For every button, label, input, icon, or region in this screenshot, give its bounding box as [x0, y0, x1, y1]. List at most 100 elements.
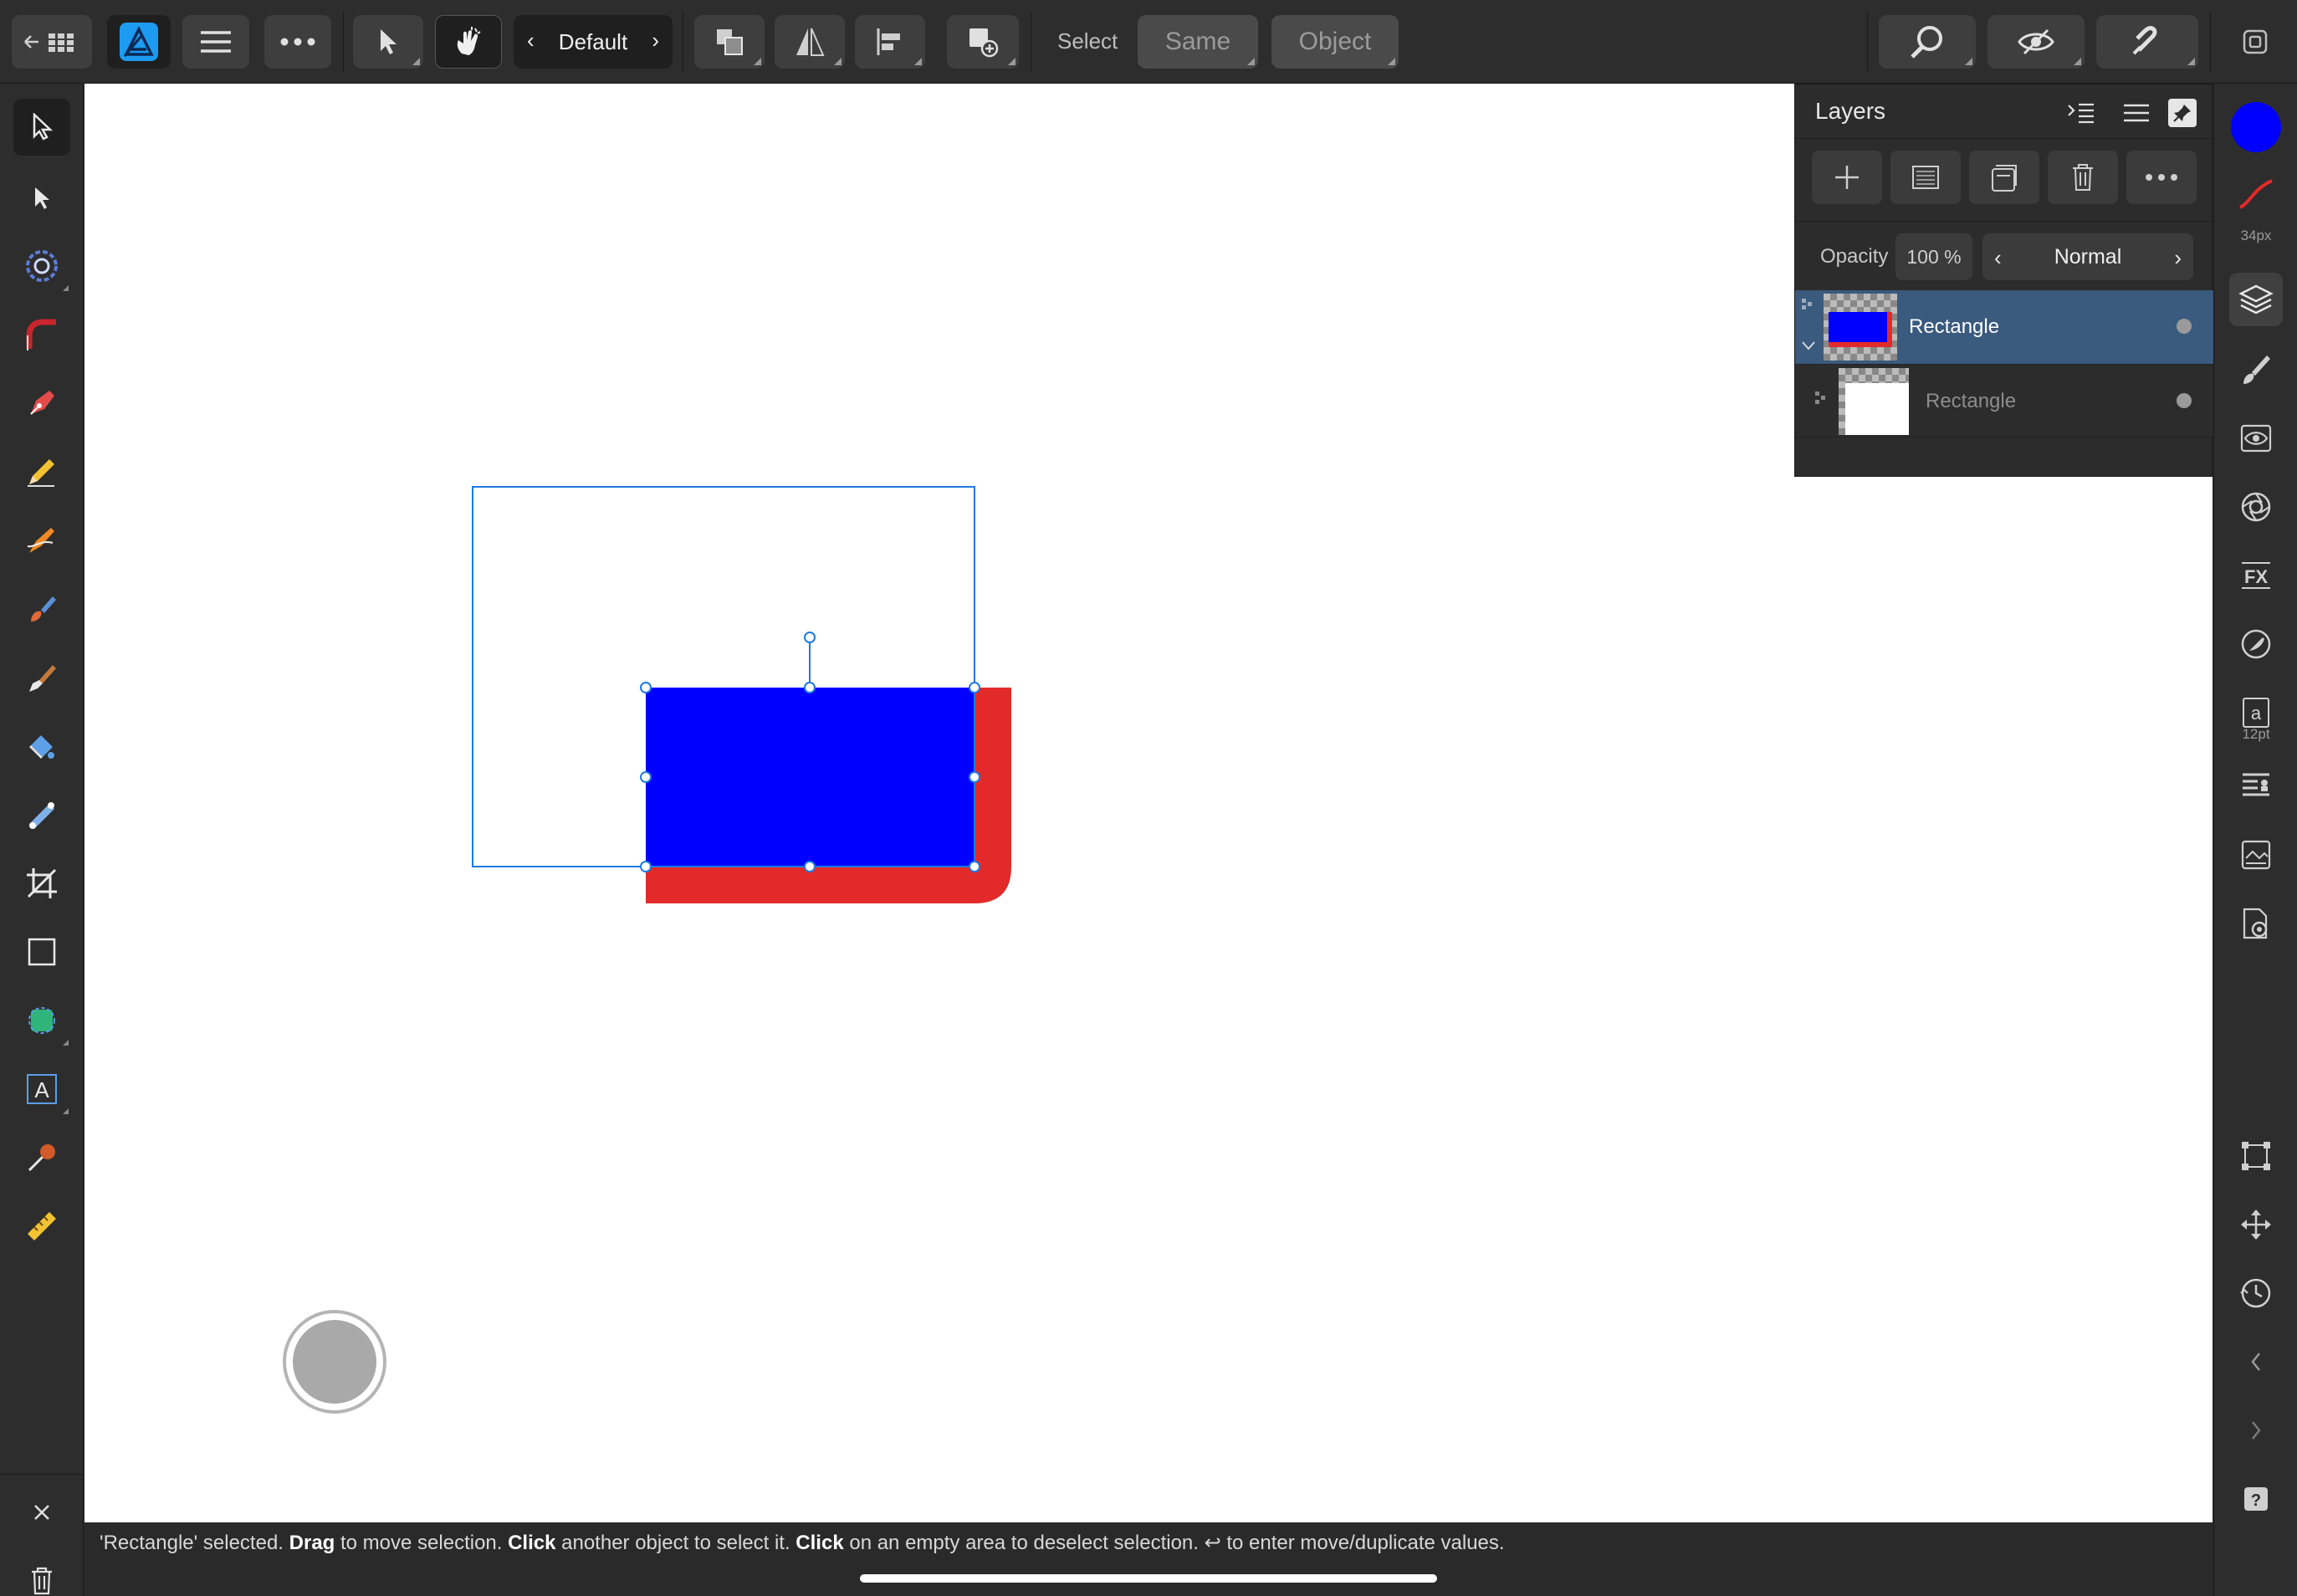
select-same-button[interactable]: Same — [1138, 15, 1258, 69]
vector-brush-tool[interactable] — [13, 512, 70, 569]
layer-thumbnail-art — [1829, 312, 1892, 347]
corner-tool[interactable] — [13, 238, 70, 294]
divider — [2210, 12, 2211, 72]
chevron-right-icon[interactable]: › — [652, 28, 659, 54]
paint-brush-tool[interactable] — [13, 581, 70, 637]
paint-bucket-icon — [29, 735, 54, 759]
move-arrow-icon — [33, 113, 54, 141]
artboard-tool[interactable] — [13, 992, 70, 1049]
layer-visibility-toggle[interactable] — [2177, 393, 2192, 408]
expand-chevron-icon[interactable] — [1798, 297, 1819, 361]
zoom-button[interactable] — [1879, 15, 1976, 69]
magnet-icon — [2132, 26, 2157, 55]
crop-tool[interactable] — [13, 855, 70, 912]
layer-thumbnail — [1824, 294, 1897, 361]
layer-row[interactable]: Rectangle — [1795, 364, 2213, 437]
layers-menu-button[interactable] — [2121, 98, 2151, 128]
resize-handle-bl — [640, 861, 652, 872]
measure-tool[interactable] — [13, 1198, 70, 1255]
help-button[interactable]: ? — [2229, 1472, 2283, 1526]
layer-row-selected[interactable]: Rectangle — [1795, 290, 2213, 364]
fill-tool[interactable] — [13, 718, 70, 775]
pencil-tool[interactable] — [13, 443, 70, 500]
view-mode-button[interactable] — [1987, 15, 2085, 69]
appearance-studio-button[interactable] — [2229, 412, 2283, 465]
delete-button[interactable] — [13, 1553, 70, 1596]
add-layer-button[interactable] — [1812, 151, 1882, 204]
pen-tool[interactable] — [13, 375, 70, 432]
pointer-icon — [381, 29, 396, 54]
more-button[interactable] — [264, 15, 331, 69]
divider — [1867, 12, 1868, 72]
add-mask-button[interactable] — [1890, 151, 1961, 204]
select-object-button[interactable]: Object — [1271, 15, 1399, 69]
flip-icon — [796, 28, 825, 56]
layers-studio-button[interactable] — [2229, 273, 2283, 326]
text-tool[interactable]: A — [13, 1061, 70, 1118]
hamburger-icon — [201, 31, 231, 53]
collapse-left-button[interactable] — [2229, 1335, 2283, 1389]
fx-icon: FX — [2242, 562, 2270, 589]
layer-visibility-toggle[interactable] — [2177, 319, 2192, 334]
move-mode-button[interactable] — [353, 15, 423, 69]
chevron-right-icon[interactable]: › — [2174, 245, 2182, 271]
snapping-button[interactable] — [2096, 15, 2198, 69]
color-swatch-button[interactable] — [2229, 100, 2283, 154]
home-indicator[interactable] — [860, 1574, 1437, 1583]
styles-studio-button[interactable] — [2229, 617, 2283, 671]
ellipsis-icon — [2146, 174, 2177, 181]
corner-radius-tool[interactable] — [13, 306, 70, 363]
insert-button[interactable] — [947, 15, 1019, 69]
history-studio-button[interactable] — [2229, 1266, 2283, 1320]
svg-text:?: ? — [2251, 1491, 2261, 1510]
paragraph-studio-button[interactable] — [2229, 760, 2283, 813]
tools-panel: A — [0, 84, 84, 1596]
node-tool[interactable] — [13, 169, 70, 226]
brushes-studio-button[interactable] — [2229, 343, 2283, 396]
appearance-eye-icon — [2240, 424, 2272, 453]
arrange-button[interactable] — [694, 15, 765, 69]
gesture-mode-button[interactable] — [435, 15, 502, 69]
designer-persona-button[interactable] — [107, 15, 171, 69]
chevron-left-icon[interactable]: ‹ — [527, 28, 535, 54]
document-settings-button[interactable] — [2229, 897, 2283, 950]
pin-panel-button[interactable] — [2168, 99, 2197, 127]
resize-handle-tm — [804, 682, 816, 693]
close-context-button[interactable] — [13, 1484, 70, 1541]
color-picker-tool[interactable] — [13, 1129, 70, 1186]
back-to-gallery-button[interactable] — [12, 15, 92, 69]
brush-size-label: 34px — [2240, 228, 2272, 243]
layer-more-button[interactable] — [2126, 151, 2197, 204]
adjustments-studio-button[interactable] — [2229, 480, 2283, 534]
rectangle-tool[interactable] — [13, 923, 70, 980]
blue-rectangle — [646, 688, 975, 867]
app-window: ‹ Default › Select Same Object A 'Rectan… — [0, 0, 2297, 1596]
crop-icon — [27, 868, 57, 898]
brush-icon — [29, 665, 56, 692]
transform-studio-button[interactable] — [2229, 1129, 2283, 1183]
stroke-button[interactable] — [2229, 171, 2283, 217]
menu-button[interactable] — [182, 15, 249, 69]
blend-mode-selector[interactable]: ‹ Normal › — [1982, 233, 2193, 280]
persona-selector[interactable]: ‹ Default › — [514, 15, 673, 69]
fullscreen-button[interactable] — [2230, 15, 2280, 69]
stroke-icon — [2238, 179, 2273, 209]
arrange-icon — [717, 29, 743, 55]
layers-options-button[interactable] — [2066, 98, 2096, 128]
opacity-field[interactable]: 100 % — [1895, 233, 1972, 280]
pixel-brush-tool[interactable] — [13, 649, 70, 706]
flip-button[interactable] — [775, 15, 845, 69]
paragraph-icon — [2243, 773, 2269, 796]
transparency-tool[interactable] — [13, 786, 70, 843]
effects-studio-button[interactable]: FX — [2229, 549, 2283, 602]
align-button[interactable] — [855, 15, 925, 69]
delete-layer-button[interactable] — [2048, 151, 2118, 204]
move-tool[interactable] — [13, 99, 70, 156]
assets-studio-button[interactable] — [2229, 828, 2283, 882]
duplicate-layer-button[interactable] — [1969, 151, 2039, 204]
align-left-icon — [877, 28, 900, 55]
navigator-studio-button[interactable] — [2229, 1198, 2283, 1251]
collapse-right-button[interactable] — [2229, 1404, 2283, 1457]
layers-panel: Layers Opacity 100 % ‹ Normal › Rectangl… — [1794, 84, 2213, 477]
status-part: on an empty area to deselect selection. — [843, 1532, 1205, 1554]
